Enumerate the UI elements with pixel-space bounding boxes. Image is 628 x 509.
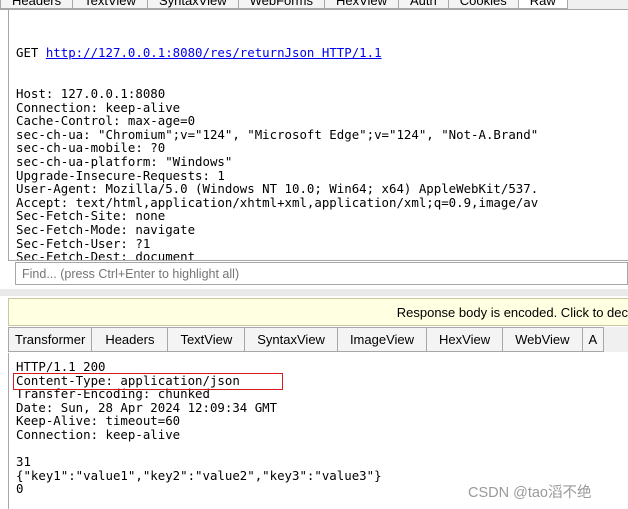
response-line: 31: [16, 454, 31, 470]
request-header-line: Accept: text/html,application/xhtml+xml,…: [16, 194, 539, 210]
response-tab-hexview[interactable]: HexView: [427, 327, 504, 352]
response-tab-auth[interactable]: A: [582, 327, 605, 352]
request-raw-text: GET http://127.0.0.1:8080/res/returnJson…: [9, 10, 628, 261]
request-header-line: Sec-Fetch-Mode: navigate: [16, 221, 196, 237]
encoded-body-notice[interactable]: Response body is encoded. Click to dec: [8, 298, 628, 326]
response-tab-bar: Transformer Headers TextView SyntaxView …: [8, 327, 628, 352]
response-tab-webview[interactable]: WebView: [503, 327, 583, 352]
request-tab-auth[interactable]: Auth: [399, 0, 449, 9]
request-header-line: Connection: keep-alive: [16, 99, 181, 115]
find-input[interactable]: [15, 262, 628, 285]
request-header-line: Sec-Fetch-User: ?1: [16, 235, 151, 251]
watermark: CSDN @tao滔不绝: [468, 485, 592, 501]
request-tab-raw[interactable]: Raw: [518, 0, 568, 9]
request-tab-headers[interactable]: Headers: [0, 0, 74, 9]
response-line: Connection: keep-alive: [16, 426, 181, 442]
request-header-line: Cache-Control: max-age=0: [16, 113, 196, 129]
request-tab-webforms[interactable]: WebForms: [238, 0, 325, 9]
request-header-line: Sec-Fetch-Site: none: [16, 208, 166, 224]
request-tab-cookies[interactable]: Cookies: [448, 0, 519, 9]
response-line: Date: Sun, 28 Apr 2024 12:09:34 GMT: [16, 399, 278, 415]
request-raw-pane[interactable]: GET http://127.0.0.1:8080/res/returnJson…: [8, 9, 628, 261]
request-header-line: sec-ch-ua: "Chromium";v="124", "Microsof…: [16, 126, 539, 142]
request-header-line: sec-ch-ua-platform: "Windows": [16, 153, 233, 169]
response-line: [16, 442, 628, 456]
request-header-line: Upgrade-Insecure-Requests: 1: [16, 167, 225, 183]
request-header-line: Sec-Fetch-Dest: document: [16, 249, 196, 261]
response-line: HTTP/1.1 200: [16, 359, 106, 374]
response-tab-syntaxview[interactable]: SyntaxView: [245, 327, 338, 352]
request-tab-textview[interactable]: TextView: [73, 0, 148, 9]
request-tab-hexview[interactable]: HexView: [324, 0, 400, 9]
response-raw-text: HTTP/1.1 200 Content-Type: application/js…: [9, 353, 628, 496]
request-url-link[interactable]: http://127.0.0.1:8080/res/returnJson HTT…: [46, 45, 382, 60]
request-line: GET http://127.0.0.1:8080/res/returnJson…: [16, 45, 382, 61]
response-tab-textview[interactable]: TextView: [168, 327, 246, 352]
response-tab-transformer[interactable]: Transformer: [8, 327, 93, 352]
response-line: Transfer-Encoding: chunked: [16, 386, 210, 402]
response-line: Keep-Alive: timeout=60: [16, 413, 181, 429]
pane-splitter[interactable]: [0, 289, 628, 296]
request-header-line: Host: 127.0.0.1:8080: [16, 85, 166, 101]
response-line: Content-Type: application/json: [16, 372, 240, 388]
request-tab-syntaxview[interactable]: SyntaxView: [147, 0, 239, 9]
response-tab-imageview[interactable]: ImageView: [337, 327, 428, 352]
request-header-line: User-Agent: Mozilla/5.0 (Windows NT 10.0…: [16, 181, 539, 197]
request-header-line: sec-ch-ua-mobile: ?0: [16, 140, 166, 156]
response-tab-headers[interactable]: Headers: [92, 327, 169, 352]
